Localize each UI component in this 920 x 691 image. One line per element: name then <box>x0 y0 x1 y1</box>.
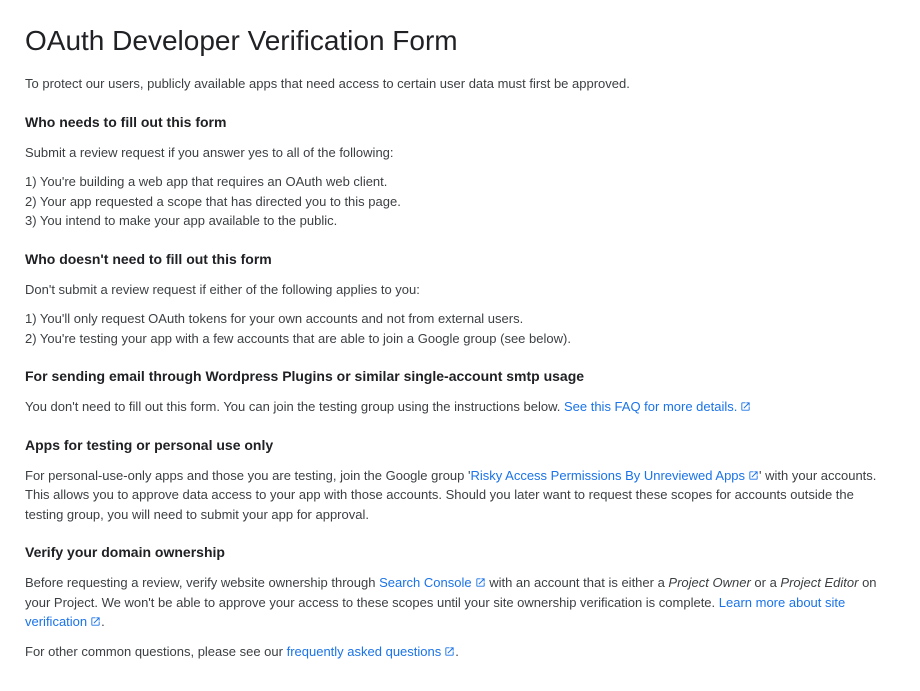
testing-text: For personal-use-only apps and those you… <box>25 466 895 525</box>
list-item: 2) You're testing your app with a few ac… <box>25 329 895 349</box>
who-doesnt-intro: Don't submit a review request if either … <box>25 280 895 300</box>
risky-access-link[interactable]: Risky Access Permissions By Unreviewed A… <box>470 468 759 483</box>
who-needs-list: 1) You're building a web app that requir… <box>25 172 895 231</box>
wordpress-heading: For sending email through Wordpress Plug… <box>25 366 895 387</box>
who-doesnt-heading: Who doesn't need to fill out this form <box>25 249 895 270</box>
list-item: 2) Your app requested a scope that has d… <box>25 192 895 212</box>
external-link-icon <box>740 398 751 409</box>
project-editor-em: Project Editor <box>780 575 858 590</box>
intro-text: To protect our users, publicly available… <box>25 74 895 94</box>
project-owner-em: Project Owner <box>668 575 750 590</box>
list-item: 1) You'll only request OAuth tokens for … <box>25 309 895 329</box>
faq-link[interactable]: See this FAQ for more details. <box>564 399 751 414</box>
who-doesnt-list: 1) You'll only request OAuth tokens for … <box>25 309 895 348</box>
faq-footer-link[interactable]: frequently asked questions <box>287 644 456 659</box>
external-link-icon <box>475 574 486 585</box>
external-link-icon <box>748 467 759 478</box>
list-item: 1) You're building a web app that requir… <box>25 172 895 192</box>
verify-heading: Verify your domain ownership <box>25 542 895 563</box>
who-needs-heading: Who needs to fill out this form <box>25 112 895 133</box>
external-link-icon <box>444 643 455 654</box>
testing-heading: Apps for testing or personal use only <box>25 435 895 456</box>
who-needs-intro: Submit a review request if you answer ye… <box>25 143 895 163</box>
page-title: OAuth Developer Verification Form <box>25 20 895 62</box>
search-console-link[interactable]: Search Console <box>379 575 486 590</box>
verify-text: Before requesting a review, verify websi… <box>25 573 895 632</box>
footer-text: For other common questions, please see o… <box>25 642 895 662</box>
external-link-icon <box>90 613 101 624</box>
list-item: 3) You intend to make your app available… <box>25 211 895 231</box>
wordpress-text: You don't need to fill out this form. Yo… <box>25 397 895 417</box>
